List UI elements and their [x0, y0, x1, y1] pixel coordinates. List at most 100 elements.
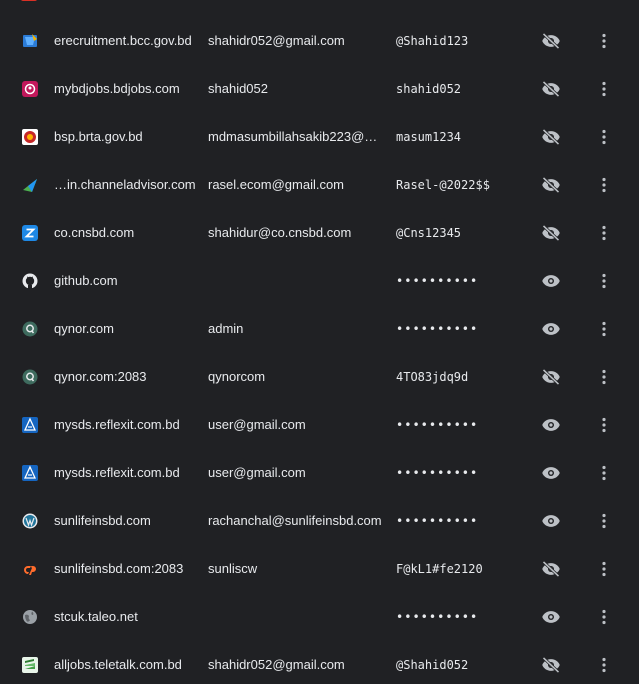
password[interactable]: •••••••••• [396, 257, 516, 305]
qynor-icon [22, 321, 38, 337]
more-actions-icon[interactable] [594, 655, 614, 675]
username[interactable]: sunliscw [208, 545, 384, 593]
password-row: sunlifeinsbd.com rachanchal@sunlifeinsbd.… [0, 497, 639, 545]
username[interactable]: user@gmail.com [208, 449, 384, 497]
username[interactable]: qynorcom [208, 353, 384, 401]
username[interactable] [208, 593, 384, 641]
site-name[interactable]: sunlifeinsbd.com:2083 [54, 545, 202, 593]
bcc-icon [22, 33, 38, 49]
password-row: stcuk.taleo.net •••••••••• [0, 593, 639, 641]
username[interactable] [208, 257, 384, 305]
password-row: sunlifeinsbd.com:2083 sunliscw F@kL1#fe212… [0, 545, 639, 593]
site-name[interactable]: sunlifeinsbd.com [54, 497, 202, 545]
username[interactable]: mdmasumbillahsakib223@g… [208, 113, 384, 161]
site-name[interactable]: qynor.com:2083 [54, 353, 202, 401]
cpanel-icon [22, 561, 38, 577]
username[interactable]: shahidr052@gmail.com [208, 17, 384, 65]
cnsbd-icon [22, 225, 38, 241]
site-name[interactable]: qynor.com [54, 305, 202, 353]
hide-password-icon[interactable] [541, 367, 561, 387]
password[interactable]: 4TO83jdq9d [396, 353, 516, 401]
saved-passwords-list: erecruitment.bcc.gov.bd shahidr052@gmail.… [0, 0, 639, 684]
username[interactable]: rasel.ecom@gmail.com [208, 161, 384, 209]
hide-password-icon[interactable] [541, 559, 561, 579]
site-name[interactable]: alljobs.teletalk.com.bd [54, 641, 202, 684]
more-actions-icon[interactable] [594, 511, 614, 531]
more-actions-icon[interactable] [594, 79, 614, 99]
wordpress-icon [22, 513, 38, 529]
password[interactable]: •••••••••• [396, 305, 516, 353]
password[interactable]: •••••••••• [396, 593, 516, 641]
password[interactable]: •••••••••• [396, 497, 516, 545]
password-row: mybdjobs.bdjobs.com shahid052 shahid052 [0, 65, 639, 113]
password-row: …in.channeladvisor.com rasel.ecom@gmail.c… [0, 161, 639, 209]
password[interactable]: masum1234 [396, 113, 516, 161]
username[interactable]: shahidur@co.cnsbd.com [208, 209, 384, 257]
username[interactable]: shahidr052@gmail.com [208, 641, 384, 684]
hide-password-icon[interactable] [541, 655, 561, 675]
password-row: co.cnsbd.com shahidur@co.cnsbd.com @Cns123… [0, 209, 639, 257]
partial-favicon [21, 0, 37, 1]
password[interactable]: Rasel-@2022$$ [396, 161, 516, 209]
show-password-icon[interactable] [541, 607, 561, 627]
password[interactable]: F@kL1#fe2120 [396, 545, 516, 593]
hide-password-icon[interactable] [541, 31, 561, 51]
site-name[interactable]: bsp.brta.gov.bd [54, 113, 202, 161]
password-row: qynor.com admin •••••••••• [0, 305, 639, 353]
password[interactable]: @Shahid052 [396, 641, 516, 684]
password[interactable]: •••••••••• [396, 449, 516, 497]
password-row: qynor.com:2083 qynorcom 4TO83jdq9d [0, 353, 639, 401]
show-password-icon[interactable] [541, 415, 561, 435]
qynor-icon [22, 369, 38, 385]
site-name[interactable]: mysds.reflexit.com.bd [54, 449, 202, 497]
username[interactable]: shahid052 [208, 65, 384, 113]
more-actions-icon[interactable] [594, 223, 614, 243]
more-actions-icon[interactable] [594, 367, 614, 387]
more-actions-icon[interactable] [594, 559, 614, 579]
github-icon [22, 273, 38, 289]
show-password-icon[interactable] [541, 511, 561, 531]
username[interactable]: admin [208, 305, 384, 353]
more-actions-icon[interactable] [594, 463, 614, 483]
bdjobs-icon [22, 81, 38, 97]
teletalk-icon [22, 657, 38, 673]
reflexit-icon [22, 465, 38, 481]
hide-password-icon[interactable] [541, 127, 561, 147]
globe-icon [22, 609, 38, 625]
hide-password-icon[interactable] [541, 175, 561, 195]
password-row: mysds.reflexit.com.bd user@gmail.com •••••… [0, 401, 639, 449]
site-name[interactable]: github.com [54, 257, 202, 305]
password[interactable]: •••••••••• [396, 401, 516, 449]
more-actions-icon[interactable] [594, 415, 614, 435]
more-actions-icon[interactable] [594, 31, 614, 51]
more-actions-icon[interactable] [594, 271, 614, 291]
site-name[interactable]: co.cnsbd.com [54, 209, 202, 257]
site-name[interactable]: …in.channeladvisor.com [54, 161, 202, 209]
more-actions-icon[interactable] [594, 607, 614, 627]
show-password-icon[interactable] [541, 271, 561, 291]
site-name[interactable]: mybdjobs.bdjobs.com [54, 65, 202, 113]
site-name[interactable]: erecruitment.bcc.gov.bd [54, 17, 202, 65]
password-row: github.com •••••••••• [0, 257, 639, 305]
username[interactable]: user@gmail.com [208, 401, 384, 449]
channeladvisor-icon [22, 177, 38, 193]
show-password-icon[interactable] [541, 463, 561, 483]
password-row: mysds.reflexit.com.bd user@gmail.com •••••… [0, 449, 639, 497]
username[interactable]: rachanchal@sunlifeinsbd.com [208, 497, 384, 545]
site-name[interactable]: mysds.reflexit.com.bd [54, 401, 202, 449]
show-password-icon[interactable] [541, 319, 561, 339]
password-row: erecruitment.bcc.gov.bd shahidr052@gmail.… [0, 17, 639, 65]
password-row: bsp.brta.gov.bd mdmasumbillahsakib223@g… m… [0, 113, 639, 161]
password[interactable]: @Cns12345 [396, 209, 516, 257]
hide-password-icon[interactable] [541, 79, 561, 99]
site-name[interactable]: stcuk.taleo.net [54, 593, 202, 641]
more-actions-icon[interactable] [594, 175, 614, 195]
password[interactable]: shahid052 [396, 65, 516, 113]
password-row: alljobs.teletalk.com.bd shahidr052@gmail.… [0, 641, 639, 684]
brta-icon [22, 129, 38, 145]
reflexit-icon [22, 417, 38, 433]
password[interactable]: @Shahid123 [396, 17, 516, 65]
more-actions-icon[interactable] [594, 127, 614, 147]
more-actions-icon[interactable] [594, 319, 614, 339]
hide-password-icon[interactable] [541, 223, 561, 243]
